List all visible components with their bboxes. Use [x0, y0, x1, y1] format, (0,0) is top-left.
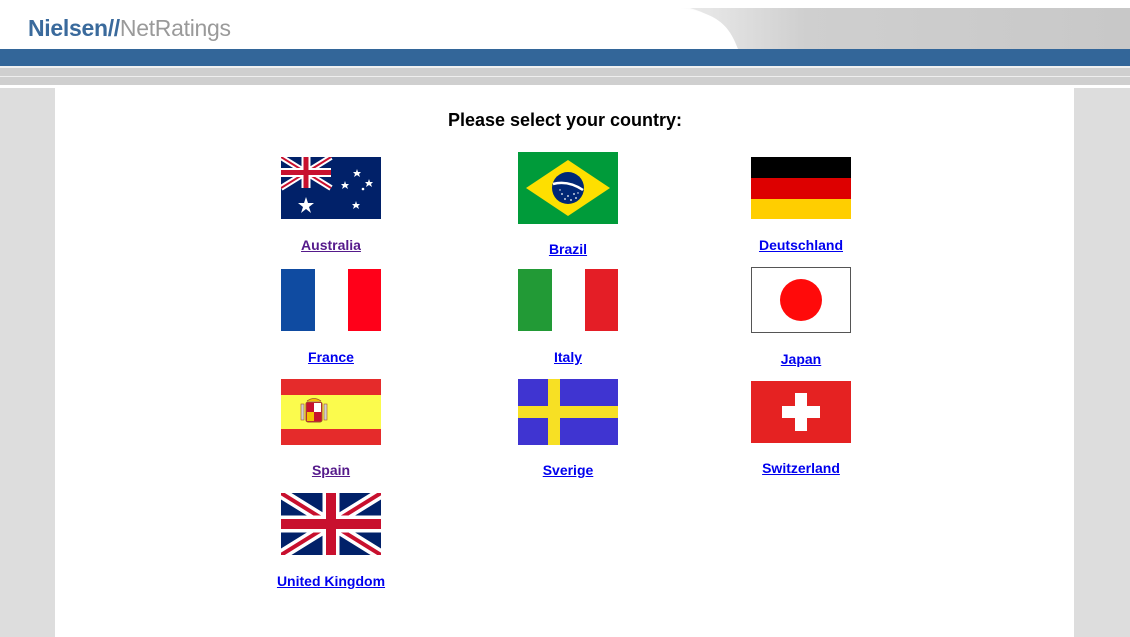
right-margin [1074, 88, 1130, 637]
country-link-australia[interactable]: Australia [301, 237, 361, 253]
nielsen-netratings-logo[interactable]: Nielsen//NetRatings [28, 15, 231, 42]
logo-secondary: NetRatings [119, 15, 231, 41]
header: Nielsen//NetRatings [0, 0, 1130, 49]
country-link-deutschland[interactable]: Deutschland [759, 237, 843, 253]
left-margin [0, 88, 55, 637]
country-spain: Spain [231, 379, 431, 480]
country-italy: Italy [468, 269, 668, 367]
brazil-flag-icon[interactable] [518, 152, 618, 224]
country-japan: Japan [701, 267, 901, 369]
australia-flag-icon[interactable] [281, 157, 381, 219]
uk-flag-icon[interactable] [281, 493, 381, 555]
country-link-spain[interactable]: Spain [312, 462, 350, 478]
france-flag-icon[interactable] [281, 269, 381, 331]
germany-flag-icon[interactable] [751, 157, 851, 219]
country-united-kingdom: United Kingdom [231, 493, 431, 591]
country-link-france[interactable]: France [308, 349, 354, 365]
spain-flag-icon[interactable] [281, 379, 381, 445]
country-france: France [231, 269, 431, 367]
country-link-switzerland[interactable]: Switzerland [762, 460, 840, 476]
country-brazil: Brazil [468, 152, 668, 259]
header-stripe [0, 77, 1130, 85]
country-link-sverige[interactable]: Sverige [543, 462, 594, 478]
country-link-united-kingdom[interactable]: United Kingdom [277, 573, 385, 589]
switzerland-flag-icon[interactable] [751, 381, 851, 443]
header-swoosh-graphic [480, 8, 1130, 49]
header-blue-bar [0, 49, 1130, 66]
page-title: Please select your country: [447, 110, 683, 130]
header-stripe [0, 68, 1130, 76]
logo-primary: Nielsen// [28, 15, 120, 41]
country-sverige: Sverige [468, 379, 668, 480]
country-australia: Australia [231, 157, 431, 255]
country-link-italy[interactable]: Italy [554, 349, 582, 365]
japan-flag-icon[interactable] [751, 267, 851, 333]
country-deutschland: Deutschland [701, 157, 901, 255]
italy-flag-icon[interactable] [518, 269, 618, 331]
country-link-japan[interactable]: Japan [781, 351, 821, 367]
country-switzerland: Switzerland [701, 381, 901, 478]
country-link-brazil[interactable]: Brazil [549, 241, 587, 257]
sweden-flag-icon[interactable] [518, 379, 618, 445]
